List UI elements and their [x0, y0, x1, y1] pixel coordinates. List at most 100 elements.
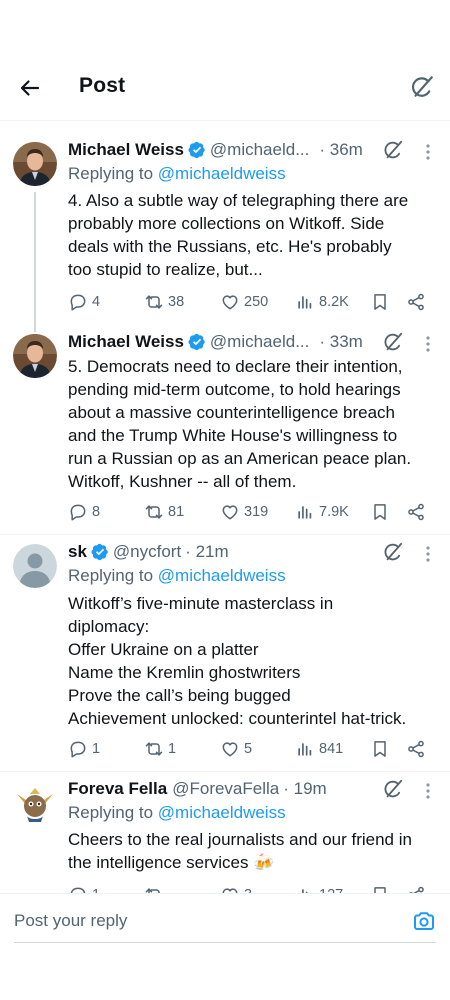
mention-link[interactable]: @michaeldweiss	[158, 803, 286, 822]
replying-to: Replying to @michaeldweiss	[68, 803, 286, 823]
bookmark-button[interactable]	[370, 291, 390, 313]
repost-button[interactable]: 1	[144, 738, 176, 760]
tweet-text: Cheers to the real journalists and our f…	[68, 828, 438, 874]
tweet-text-line: Prove the call’s being bugged	[68, 686, 291, 705]
author-name[interactable]: sk	[68, 542, 87, 562]
bookmark-button[interactable]	[370, 501, 390, 523]
grok-icon[interactable]	[382, 541, 404, 563]
replying-to: Replying to @michaeldweiss	[68, 164, 286, 184]
tweet-text-line: 4. Also a subtle way of telegraphing the…	[68, 191, 409, 210]
verified-badge-icon	[91, 543, 109, 561]
reply-count: 1	[92, 741, 101, 757]
heart-icon	[220, 739, 240, 759]
repost-count: 38	[168, 294, 185, 310]
reply-input-underline	[14, 942, 436, 943]
like-button[interactable]: 5	[220, 738, 252, 760]
views-count: 841	[319, 741, 344, 757]
more-options-button[interactable]	[420, 780, 436, 802]
mention-link[interactable]: @michaeldweiss	[158, 566, 286, 585]
back-button[interactable]	[14, 72, 46, 104]
thread-line	[34, 192, 36, 332]
timestamp[interactable]: · 19m	[283, 779, 326, 799]
verified-badge-icon	[188, 141, 206, 159]
timestamp[interactable]: · 36m	[319, 140, 362, 160]
grok-icon[interactable]	[382, 331, 404, 353]
more-options-button[interactable]	[420, 141, 436, 163]
reply-input[interactable]: Post your reply	[14, 911, 127, 931]
mention-link[interactable]: @michaeldweiss	[158, 164, 286, 183]
avatar[interactable]	[13, 142, 57, 186]
more-options-button[interactable]	[420, 333, 436, 355]
tweet-text: Witkoff’s five-minute masterclass in dip…	[68, 592, 438, 730]
views-button[interactable]: 8.2K	[295, 291, 349, 313]
bookmark-button[interactable]	[370, 738, 390, 760]
like-count: 250	[244, 294, 269, 310]
repost-icon	[144, 739, 164, 759]
avatar[interactable]	[13, 782, 57, 826]
grok-icon[interactable]	[382, 778, 404, 800]
reply-icon	[68, 292, 88, 312]
author-handle[interactable]: @michaeld...	[210, 332, 309, 352]
replying-to-label: Replying to	[68, 566, 158, 585]
grok-icon[interactable]	[382, 139, 404, 161]
views-button[interactable]: 841	[295, 738, 343, 760]
like-button[interactable]: 319	[220, 501, 268, 523]
share-button[interactable]	[406, 501, 426, 523]
timestamp[interactable]: · 21m	[185, 542, 228, 562]
tweet-divider	[0, 534, 450, 535]
top-app-bar: Post	[0, 60, 450, 116]
camera-icon[interactable]	[412, 909, 436, 933]
reply-button[interactable]: 4	[68, 291, 100, 313]
more-options-button[interactable]	[420, 543, 436, 565]
tweet-actions: 4 38 250 8.2K	[68, 291, 440, 313]
share-icon	[406, 292, 426, 312]
repost-button[interactable]: 38	[144, 291, 184, 313]
tweet-text: 5. Democrats need to declare their inten…	[68, 355, 438, 493]
author-handle[interactable]: @ForevaFella	[172, 779, 279, 799]
views-count: 7.9K	[319, 504, 349, 520]
page-title: Post	[79, 74, 126, 97]
bookmark-icon	[370, 502, 390, 522]
like-button[interactable]: 250	[220, 291, 268, 313]
author-name[interactable]: Michael Weiss	[68, 332, 184, 352]
like-count: 319	[244, 504, 269, 520]
more-vertical-icon	[425, 142, 431, 162]
share-icon	[406, 502, 426, 522]
reply-count: 8	[92, 504, 101, 520]
default-avatar[interactable]	[13, 544, 57, 588]
author-name[interactable]: Foreva Fella	[68, 779, 167, 799]
tweet-text-line: 5. Democrats need to declare their inten…	[68, 357, 403, 376]
tweet-actions: 1 1 5 841	[68, 738, 440, 760]
replying-to-label: Replying to	[68, 164, 158, 183]
arrow-left-icon	[20, 80, 40, 96]
grok-icon	[409, 74, 435, 100]
views-count: 8.2K	[319, 294, 349, 310]
tweet-divider	[0, 771, 450, 772]
tweet-text-line: pending mid-term outcome, to hold hearin…	[68, 380, 401, 399]
share-button[interactable]	[406, 738, 426, 760]
grok-button[interactable]	[406, 71, 438, 103]
repost-icon	[144, 502, 164, 522]
avatar[interactable]	[13, 334, 57, 378]
tweet-text-line: Offer Ukraine on a platter	[68, 640, 259, 659]
author-name[interactable]: Michael Weiss	[68, 140, 184, 160]
reply-count: 4	[92, 294, 101, 310]
author-handle[interactable]: @michaeld...	[210, 140, 309, 160]
reply-button[interactable]: 1	[68, 738, 100, 760]
reply-button[interactable]: 8	[68, 501, 100, 523]
tweet-text-line: and the Trump White House's willingness …	[68, 426, 398, 445]
timestamp[interactable]: · 33m	[319, 332, 362, 352]
repost-count: 81	[168, 504, 185, 520]
views-icon	[295, 739, 315, 759]
reply-composer: Post your reply	[0, 893, 450, 951]
more-vertical-icon	[425, 544, 431, 564]
replying-to: Replying to @michaeldweiss	[68, 566, 286, 586]
reply-icon	[68, 739, 88, 759]
views-button[interactable]: 7.9K	[295, 501, 349, 523]
repost-button[interactable]: 81	[144, 501, 184, 523]
share-icon	[406, 739, 426, 759]
tweet-text-line: about a massive counterintelligence brea…	[68, 403, 395, 422]
author-handle[interactable]: @nycfort	[113, 542, 181, 562]
share-button[interactable]	[406, 291, 426, 313]
tweet-text-line: deals with the Russians, etc. He's proba…	[68, 237, 392, 256]
